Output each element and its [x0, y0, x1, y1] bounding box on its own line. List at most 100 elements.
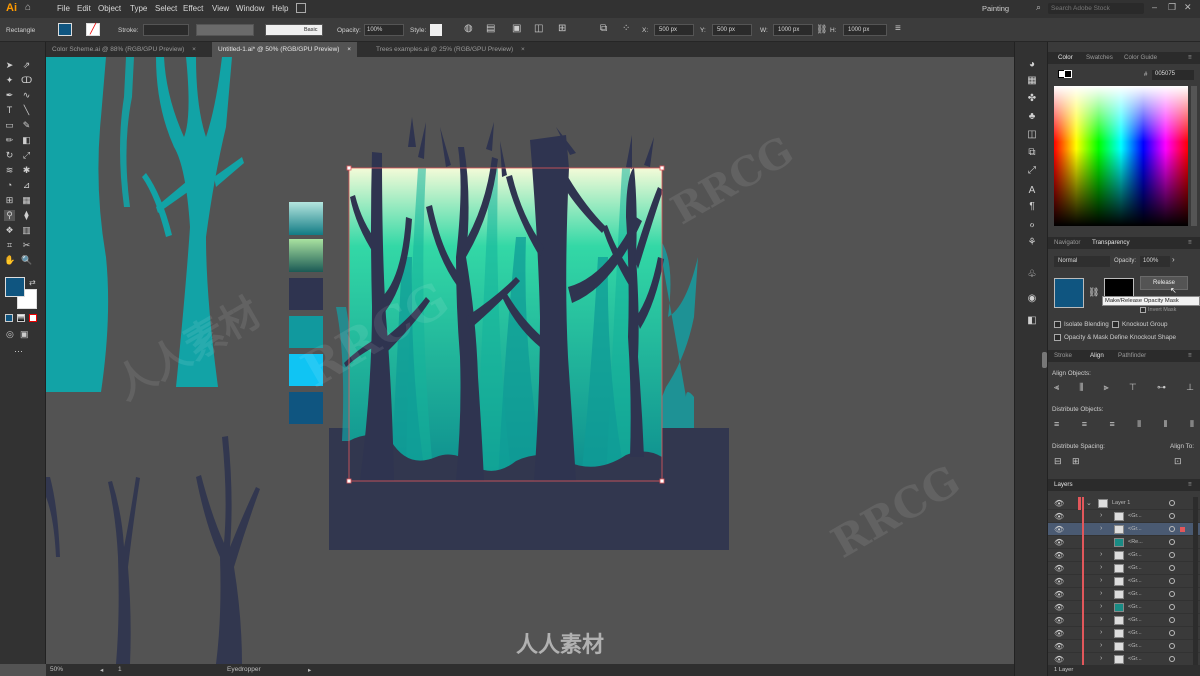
color-spectrum[interactable] [1054, 86, 1188, 226]
target-icon[interactable] [1169, 617, 1175, 623]
hand-tool-icon[interactable]: ✋ [4, 255, 15, 266]
swatch-gradient-green[interactable] [289, 239, 323, 272]
isolate-blending-checkbox[interactable] [1054, 321, 1061, 328]
page-nav-icon[interactable]: ◂ [100, 666, 103, 674]
target-icon[interactable] [1169, 591, 1175, 597]
invert-mask-checkbox[interactable] [1140, 307, 1146, 313]
eyedropper-tool-icon[interactable]: ⚲ [4, 210, 15, 221]
menu-window[interactable]: Window [236, 4, 264, 13]
perspective-grid-tool-icon[interactable]: ⊿ [21, 180, 32, 191]
swap-colors-icon[interactable]: ⇄ [29, 278, 36, 287]
tab-transparency[interactable]: Transparency [1092, 239, 1130, 246]
transform-panel-icon[interactable]: ⤢ [1025, 164, 1039, 178]
swatch-navy[interactable] [289, 278, 323, 310]
pencil-tool-icon[interactable]: ✏ [4, 135, 15, 146]
visibility-eye-icon[interactable]: 👁 [1054, 512, 1064, 521]
visibility-eye-icon[interactable]: 👁 [1054, 590, 1064, 599]
none-mode-icon[interactable] [29, 314, 37, 322]
panel-menu-icon[interactable]: ≡ [1188, 352, 1192, 359]
graphic-styles-icon[interactable]: ◫ [1025, 128, 1039, 142]
layers-scrollbar[interactable] [1193, 497, 1198, 665]
align-to-select-icon[interactable]: ⊡ [1174, 456, 1182, 467]
mesh-tool-icon[interactable]: ⊞ [4, 195, 15, 206]
target-icon[interactable] [1169, 539, 1175, 545]
transform-icon[interactable]: ⊞ [558, 23, 566, 34]
opacity-mask-knockout-checkbox[interactable] [1054, 334, 1061, 341]
scale-tool-icon[interactable]: ⤢ [21, 150, 32, 161]
symbols-panel-icon[interactable]: ♣ [1025, 110, 1039, 124]
expand-arrow-icon[interactable]: › [1100, 590, 1102, 597]
tab-color[interactable]: Color [1058, 54, 1073, 61]
artboard-canvas[interactable]: RRCG 人人素材 RRCG RRCG 人人素材 [46, 57, 1014, 664]
glyphs-panel-icon[interactable]: ⚘ [1025, 236, 1039, 250]
expand-arrow-icon[interactable]: › [1100, 629, 1102, 636]
menu-effect[interactable]: Effect [183, 4, 203, 13]
align-right-icon[interactable]: ⫸ [1104, 382, 1109, 394]
pen-tool-icon[interactable]: ✒ [4, 90, 15, 101]
swatches-panel-icon[interactable]: ▦ [1025, 74, 1039, 88]
opacity-arrow-icon[interactable]: › [1172, 255, 1175, 264]
panel-menu-icon[interactable]: ≡ [1188, 481, 1192, 488]
type-tool-icon[interactable]: T [4, 105, 15, 116]
expand-arrow-icon[interactable]: › [1100, 603, 1102, 610]
dist-hcenter-icon[interactable]: ⦀ [1164, 419, 1168, 431]
color-panel-icon[interactable]: ◕ [1025, 58, 1039, 72]
minimize-icon[interactable]: – [1152, 2, 1157, 12]
target-icon[interactable] [1169, 500, 1175, 506]
panel-menu-icon[interactable]: ≡ [1188, 239, 1192, 246]
tab-stroke[interactable]: Stroke [1054, 352, 1072, 359]
selection-handle[interactable] [346, 478, 352, 484]
tab-color-scheme[interactable]: Color Scheme.ai @ 88% (RGB/GPU Preview) … [46, 42, 202, 57]
release-button[interactable]: Release [1140, 276, 1188, 290]
visibility-eye-icon[interactable]: 👁 [1054, 603, 1064, 612]
slice-tool-icon[interactable]: ✂ [21, 240, 32, 251]
style-swatch[interactable] [430, 24, 442, 36]
expand-arrow-icon[interactable]: ⌄ [1086, 499, 1092, 507]
align-vcenter-icon[interactable]: ⊶ [1157, 382, 1166, 394]
tab-swatches[interactable]: Swatches [1086, 54, 1113, 61]
layers-panel-icon[interactable]: ◧ [1025, 314, 1039, 328]
tab-navigator[interactable]: Navigator [1054, 239, 1080, 246]
visibility-eye-icon[interactable]: 👁 [1054, 499, 1064, 508]
visibility-eye-icon[interactable]: 👁 [1054, 642, 1064, 651]
align-bottom-icon[interactable]: ⊥ [1186, 382, 1194, 394]
tab-color-guide[interactable]: Color Guide [1124, 54, 1157, 61]
color-mode-icon[interactable] [5, 314, 13, 322]
stock-search-input[interactable]: Search Adobe Stock [1048, 3, 1144, 14]
layer-row[interactable]: 👁 › <Gr... [1048, 627, 1200, 640]
hex-field[interactable]: 005075 [1152, 70, 1194, 80]
stroke-swatch[interactable]: ╱ [86, 23, 100, 36]
layer-row-selected[interactable]: 👁 › <Gr... [1048, 523, 1200, 536]
h-field[interactable]: 1000 px [843, 24, 887, 36]
direct-selection-tool-icon[interactable]: ⇗ [21, 60, 32, 71]
lasso-tool-icon[interactable]: ↀ [21, 75, 32, 86]
dist-vcenter-icon[interactable]: ≡ [1082, 419, 1087, 431]
dist-left-icon[interactable]: ⦀ [1137, 419, 1141, 431]
gradient-tool-icon[interactable]: ▦ [21, 195, 32, 206]
align-left-icon[interactable]: ⫷ [1054, 382, 1059, 394]
status-arrow-icon[interactable]: ▸ [308, 666, 311, 674]
tab-align[interactable]: Align [1090, 352, 1104, 359]
expand-arrow-icon[interactable]: › [1100, 577, 1102, 584]
selection-handle[interactable] [659, 165, 665, 171]
links-panel-icon[interactable]: ◉ [1025, 292, 1039, 306]
dist-right-icon[interactable]: ⦀ [1190, 419, 1194, 431]
appearance-icon[interactable]: ⧉ [1025, 146, 1039, 160]
expand-arrow-icon[interactable]: › [1100, 512, 1102, 519]
expand-arrow-icon[interactable]: › [1100, 564, 1102, 571]
selection-handle[interactable] [659, 478, 665, 484]
isolate-icon[interactable]: ⧉ [600, 23, 607, 34]
brush-field[interactable]: Basic [265, 24, 323, 36]
menu-select[interactable]: Select [155, 4, 177, 13]
layer-row[interactable]: 👁 <Re... [1048, 536, 1200, 549]
target-icon[interactable] [1169, 552, 1175, 558]
layer-row[interactable]: 👁 › <Gr... [1048, 614, 1200, 627]
layer-row[interactable]: 👁 › <Gr... [1048, 588, 1200, 601]
selection-handle[interactable] [346, 165, 352, 171]
stroke-weight-field[interactable] [143, 24, 189, 36]
line-tool-icon[interactable]: ╲ [21, 105, 32, 116]
shape-builder-tool-icon[interactable]: ◔ [4, 180, 15, 191]
visibility-eye-icon[interactable]: 👁 [1054, 629, 1064, 638]
paintbrush-tool-icon[interactable]: ✎ [21, 120, 32, 131]
menu-file[interactable]: File [57, 4, 70, 13]
